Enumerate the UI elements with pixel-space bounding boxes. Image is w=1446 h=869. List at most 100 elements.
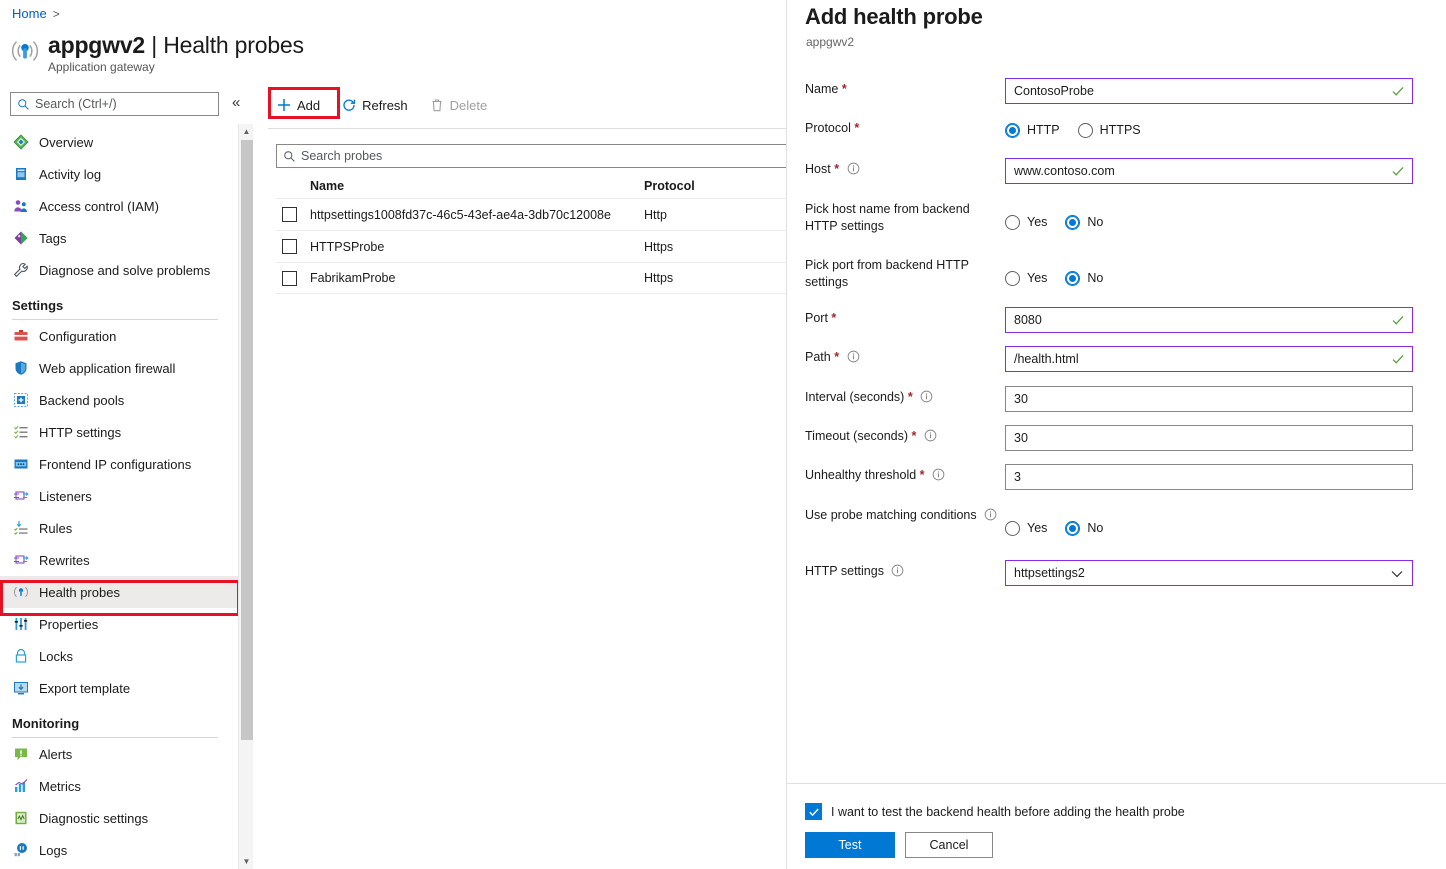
shield-icon: [12, 360, 29, 377]
search-probes-input[interactable]: Search probes: [276, 144, 796, 168]
sidebar-item-frontend-ip-configurations[interactable]: Frontend IP configurations: [0, 448, 240, 480]
column-header-name: Name: [310, 179, 345, 193]
valid-check-icon: [1392, 166, 1404, 176]
pick-host-radio-no[interactable]: No: [1065, 214, 1103, 230]
sidebar-item-label: Configuration: [39, 328, 117, 344]
info-icon[interactable]: [920, 390, 933, 403]
sidebar-item-logs[interactable]: Logs: [0, 834, 240, 866]
scroll-up-arrow[interactable]: ▲: [239, 124, 254, 139]
sidebar-item-listeners[interactable]: Listeners: [0, 480, 240, 512]
panel-title: Add health probe: [805, 4, 983, 29]
unhealthy-threshold-input[interactable]: 3: [1005, 464, 1413, 490]
interval-input[interactable]: 30: [1005, 386, 1413, 412]
info-icon[interactable]: [891, 564, 904, 577]
radio-label: No: [1087, 271, 1104, 285]
interval-input-value: 30: [1014, 392, 1028, 406]
protocol-radio-https[interactable]: HTTPS: [1077, 122, 1141, 138]
test-backend-checkbox-row: I want to test the backend health before…: [805, 803, 1185, 820]
activity-log-icon: [12, 166, 29, 183]
port-input[interactable]: 8080: [1005, 307, 1413, 333]
wrench-icon: [12, 262, 29, 279]
delete-button[interactable]: Delete: [421, 90, 497, 120]
name-input[interactable]: ContosoProbe: [1005, 78, 1413, 104]
sidebar-item-backend-pools[interactable]: Backend pools: [0, 384, 240, 416]
pick-port-radio-yes[interactable]: Yes: [1005, 270, 1047, 286]
pick-port-radio-no[interactable]: No: [1065, 270, 1104, 286]
table-row[interactable]: FabrikamProbe Https: [276, 262, 796, 294]
sidebar-item-label: Rules: [39, 520, 73, 536]
sidebar-item-tags[interactable]: Tags: [0, 222, 240, 254]
refresh-icon: [342, 98, 356, 112]
sidebar-item-locks[interactable]: Locks: [0, 640, 240, 672]
table-row[interactable]: HTTPSProbe Https: [276, 230, 796, 262]
probe-matching-radio-yes[interactable]: Yes: [1005, 520, 1047, 536]
sidebar-item-label: Rewrites: [39, 552, 90, 568]
sidebar-item-activity-log[interactable]: Activity log: [0, 158, 240, 190]
column-header-protocol: Protocol: [644, 179, 695, 193]
radio-label: Yes: [1027, 215, 1048, 229]
add-button[interactable]: Add: [268, 90, 329, 120]
sidebar-item-diagnose[interactable]: Diagnose and solve problems: [0, 254, 240, 286]
sidebar-item-label: Health probes: [39, 584, 120, 600]
panel-footer-divider: [787, 783, 1446, 784]
row-checkbox[interactable]: [282, 239, 297, 254]
search-icon: [18, 98, 29, 110]
info-icon[interactable]: [932, 468, 945, 481]
row-checkbox[interactable]: [282, 207, 297, 222]
field-row-path: Path * /health.html: [805, 346, 1429, 372]
radio-dot: [1065, 214, 1081, 230]
sidebar-item-diagnostic-settings[interactable]: Diagnostic settings: [0, 802, 240, 834]
label-text: Protocol: [805, 121, 851, 135]
sidebar-scrollbar[interactable]: ▲ ▼: [238, 124, 253, 869]
table-row[interactable]: httpsettings1008fd37c-46c5-43ef-ae4a-3db…: [276, 198, 796, 230]
http-settings-dropdown[interactable]: httpsettings2: [1005, 560, 1413, 586]
sidebar-item-overview[interactable]: Overview: [0, 126, 240, 158]
info-icon[interactable]: [847, 350, 860, 363]
info-icon[interactable]: [847, 162, 860, 175]
sidebar-item-rules[interactable]: Rules: [0, 512, 240, 544]
path-input[interactable]: /health.html: [1005, 346, 1413, 372]
sidebar-item-web-application-firewall[interactable]: Web application firewall: [0, 352, 240, 384]
info-icon[interactable]: [984, 508, 997, 521]
sidebar-item-export-template[interactable]: Export template: [0, 672, 240, 704]
timeout-input[interactable]: 30: [1005, 425, 1413, 451]
sidebar-item-label: HTTP settings: [39, 424, 122, 440]
cell-protocol: Https: [644, 271, 674, 285]
http-settings-value: httpsettings2: [1014, 566, 1085, 580]
sidebar-item-label: Frontend IP configurations: [39, 456, 192, 472]
sidebar-item-alerts[interactable]: Alerts: [0, 738, 240, 770]
cancel-button[interactable]: Cancel: [905, 832, 993, 858]
scroll-down-arrow[interactable]: ▼: [239, 854, 254, 869]
row-checkbox[interactable]: [282, 270, 297, 286]
info-icon[interactable]: [924, 429, 937, 442]
breadcrumb-home-link[interactable]: Home: [12, 6, 47, 21]
listeners-icon: [12, 488, 29, 505]
sidebar-item-health-probes[interactable]: Health probes: [0, 576, 240, 608]
protocol-radio-http[interactable]: HTTP: [1005, 122, 1060, 138]
refresh-button[interactable]: Refresh: [333, 90, 417, 120]
sidebar-search-input[interactable]: Search (Ctrl+/): [10, 92, 219, 116]
cell-protocol: Https: [644, 239, 674, 254]
sidebar-item-configuration[interactable]: Configuration: [0, 320, 240, 352]
radio-dot: [1005, 122, 1020, 138]
sidebar-item-rewrites[interactable]: Rewrites: [0, 544, 240, 576]
collapse-sidebar-button[interactable]: «: [232, 94, 240, 111]
sidebar-item-http-settings[interactable]: HTTP settings: [0, 416, 240, 448]
label-text: Host: [805, 162, 831, 176]
breadcrumb-separator: >: [52, 7, 60, 21]
test-backend-checkbox[interactable]: [805, 803, 822, 820]
sidebar-item-access-control[interactable]: Access control (IAM): [0, 190, 240, 222]
sidebar-item-properties[interactable]: Properties: [0, 608, 240, 640]
cell-name: httpsettings1008fd37c-46c5-43ef-ae4a-3db…: [310, 207, 611, 222]
cell-name: HTTPSProbe: [310, 239, 385, 254]
test-button[interactable]: Test: [805, 832, 895, 858]
sidebar-item-metrics[interactable]: Metrics: [0, 770, 240, 802]
host-input[interactable]: www.contoso.com: [1005, 158, 1413, 184]
label-text: Timeout (seconds): [805, 429, 909, 443]
pick-host-radio-yes[interactable]: Yes: [1005, 214, 1048, 230]
radio-dot: [1005, 270, 1020, 286]
scrollbar-thumb[interactable]: [241, 140, 253, 740]
probe-matching-radio-no[interactable]: No: [1065, 520, 1103, 536]
sidebar-item-label: Export template: [39, 680, 131, 696]
health-probe-icon: [11, 41, 39, 61]
